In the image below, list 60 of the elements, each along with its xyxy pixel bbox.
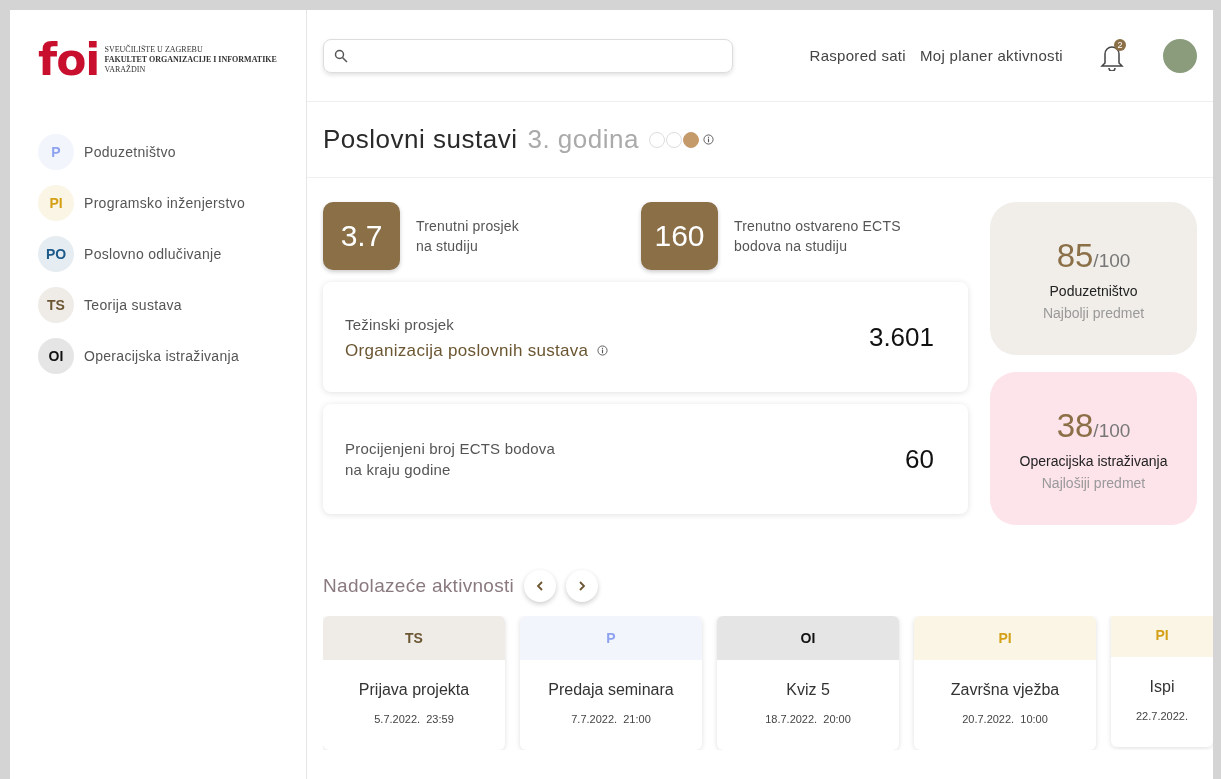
sidebar-item[interactable]: Teorija sustava <box>84 297 182 313</box>
stat-label: Trenutni prosjek na studiju <box>416 217 520 256</box>
activity-name: Prijava projekta <box>357 681 471 699</box>
stat-label: Trenutno ostvareno ECTS bodova na studiju <box>734 217 901 256</box>
card-label: Težinski prosjek <box>345 314 456 335</box>
subject-badge[interactable]: OI <box>38 338 74 374</box>
nav-link[interactable]: Raspored sati <box>809 47 906 64</box>
activity-name: Predaja seminara <box>547 681 675 699</box>
card-value: 3.601 <box>868 321 934 353</box>
sidebar-item[interactable]: Poslovno odlučivanje <box>84 246 222 262</box>
card-value: 60 <box>905 443 934 475</box>
logo-text: SVEUČILIŠTE U ZAGREBU <box>104 45 204 55</box>
search-icon <box>334 48 348 63</box>
subject-name: Operacijska istraživanja <box>1019 452 1168 469</box>
notification-count: 2 <box>1114 38 1126 51</box>
section-title: Nadolazeće aktivnosti <box>323 575 515 597</box>
card-label: Procijenjeni broj ECTS bodova na kraju godine <box>345 439 557 480</box>
page-title: Poslovni sustavi <box>323 124 518 155</box>
subject-tag: OI <box>717 616 899 660</box>
next-button[interactable] <box>566 570 599 602</box>
stat-value: 160 <box>641 202 718 270</box>
activity-name: Završna vježba <box>949 681 1061 699</box>
activity-date: 5.7.2022. 23:59 <box>373 713 455 725</box>
sidebar-item[interactable]: Operacijska istraživanja <box>84 348 240 364</box>
activity-card[interactable]: P Predaja seminara 7.7.2022. 21:00 <box>520 616 702 750</box>
activity-date: 7.7.2022. 21:00 <box>570 713 652 725</box>
subject-tag: PI <box>914 616 1096 660</box>
subject-tag: TS <box>323 616 505 660</box>
previous-button[interactable] <box>524 570 557 602</box>
info-icon[interactable] <box>597 345 609 356</box>
logo-text: VARAŽDIN <box>104 65 147 75</box>
logo-mark: foi <box>38 38 100 82</box>
subject-tag: PI <box>1111 616 1213 657</box>
info-icon[interactable] <box>702 134 714 145</box>
activity-card[interactable]: OI Kviz 5 18.7.2022. 20:00 <box>717 616 899 750</box>
score-caption: Najbolji predmet <box>1042 304 1145 321</box>
year-label: 3. godina <box>527 124 639 155</box>
subject-name: Poduzetništvo <box>1049 282 1138 299</box>
logo-text: FAKULTET ORGANIZACIJE I INFORMATIKE <box>104 55 277 64</box>
avatar[interactable] <box>1163 38 1197 73</box>
activity-date: 18.7.2022. 20:00 <box>764 713 852 725</box>
search-field[interactable] <box>323 38 733 73</box>
score-caption: Najlošiji predmet <box>1041 474 1146 491</box>
score-value: 38/100 <box>1056 406 1131 445</box>
activity-date: 20.7.2022. 10:00 <box>961 713 1049 725</box>
subject-tag: P <box>520 616 702 660</box>
sidebar-item[interactable]: Programsko inženjerstvo <box>84 195 245 211</box>
sidebar-item[interactable]: Poduzetništvo <box>84 144 176 160</box>
activity-card[interactable]: PI Ispi 22.7.2022. <box>1111 616 1213 747</box>
activity-date: 22.7.2022. <box>1135 710 1189 722</box>
nav-link[interactable]: Moj planer aktivnosti <box>919 47 1063 64</box>
subject-badge[interactable]: TS <box>38 287 74 323</box>
course-name: Organizacija poslovnih sustava <box>345 340 589 361</box>
stat-value: 3.7 <box>323 202 400 270</box>
score-value: 85/100 <box>1056 236 1131 275</box>
activity-name: Kviz 5 <box>785 681 831 699</box>
activity-card[interactable]: PI Završna vježba 20.7.2022. 10:00 <box>914 616 1096 750</box>
subject-badge[interactable]: PO <box>38 236 74 272</box>
activity-name: Ispi <box>1148 678 1176 696</box>
activity-card[interactable]: TS Prijava projekta 5.7.2022. 23:59 <box>323 616 505 750</box>
